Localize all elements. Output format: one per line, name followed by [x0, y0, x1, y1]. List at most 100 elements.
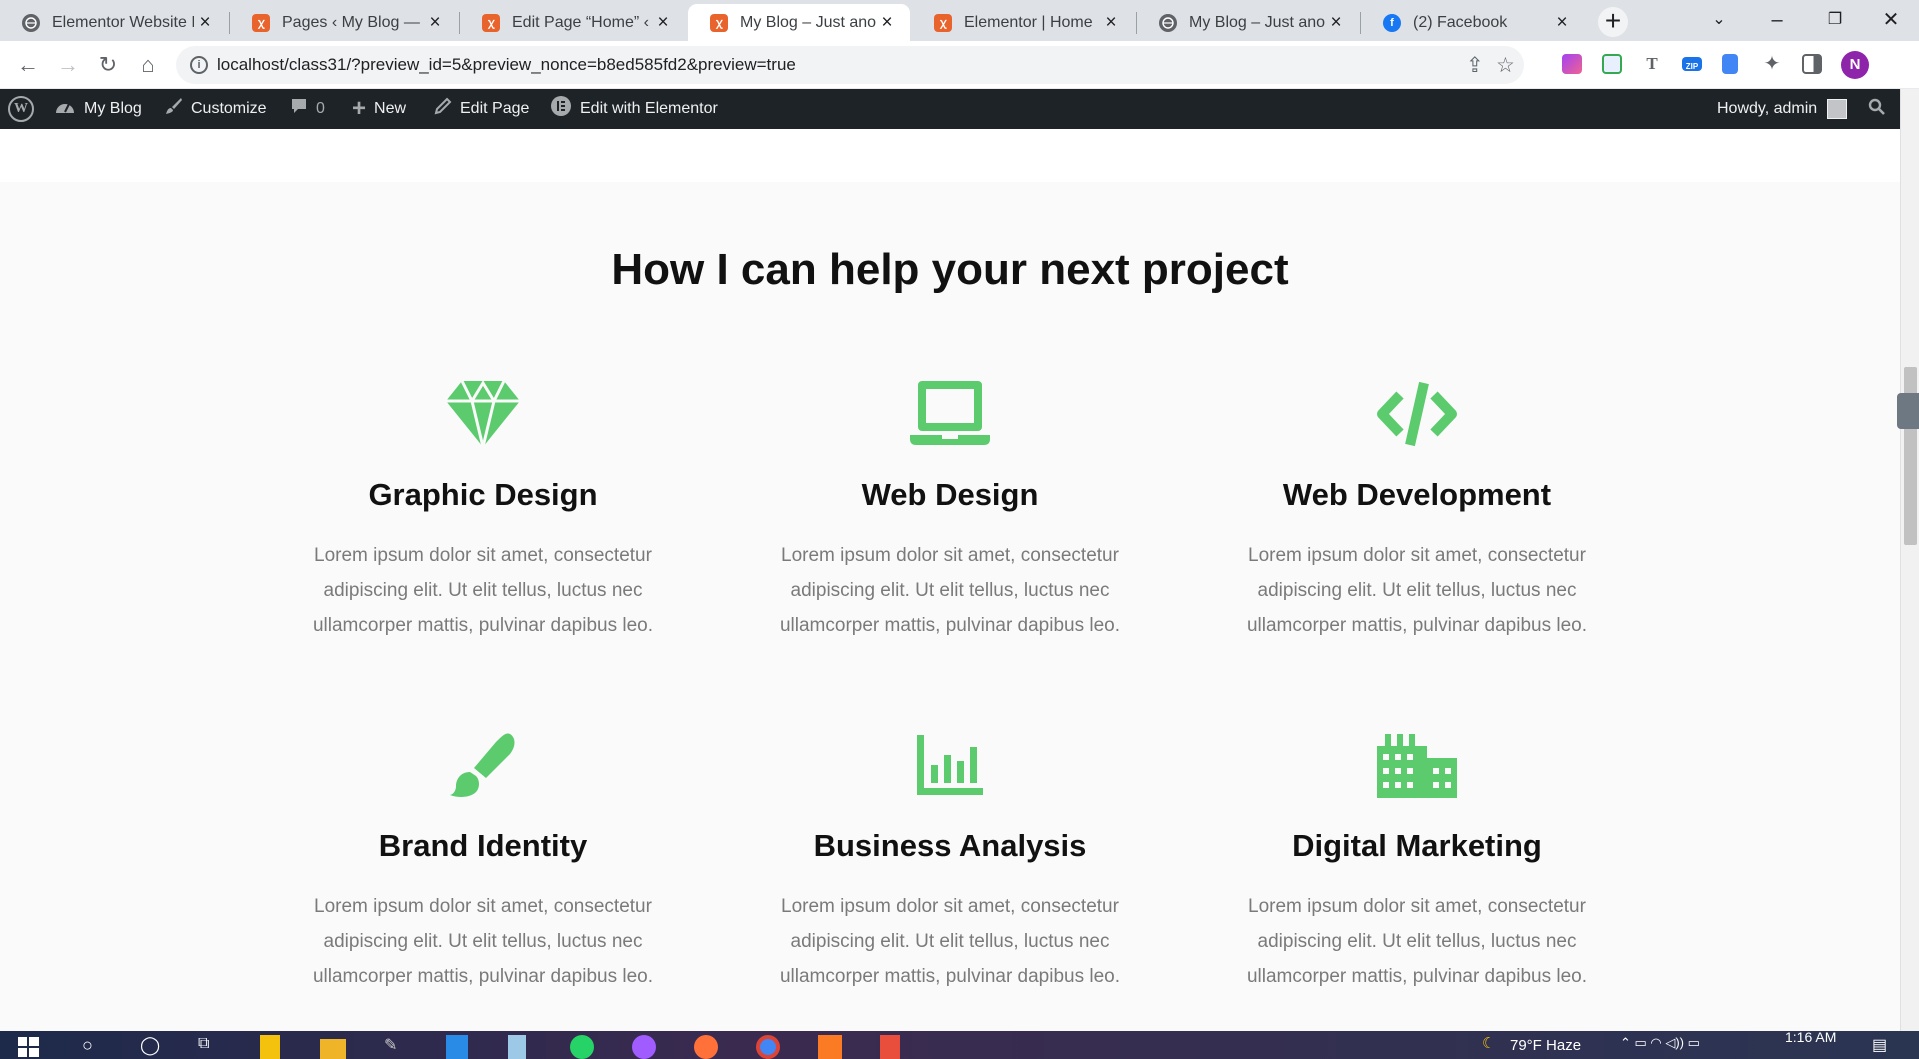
text-extension-icon[interactable]: T	[1642, 54, 1662, 74]
site-name-link[interactable]: My Blog	[54, 89, 142, 129]
tab-facebook[interactable]: f (2) Facebook ×	[1361, 4, 1585, 41]
my-account-link[interactable]: Howdy, admin	[1717, 89, 1848, 129]
weather-text[interactable]: 79°F Haze	[1510, 1037, 1581, 1054]
gem-icon	[268, 378, 698, 450]
chrome-icon[interactable]	[756, 1035, 780, 1059]
minimize-button[interactable]: –	[1748, 0, 1806, 41]
cortana-icon[interactable]: ◯	[140, 1035, 164, 1059]
url-text[interactable]: localhost/class31/?preview_id=5&preview_…	[217, 55, 796, 75]
clock-time[interactable]: 1:16 AM	[1785, 1031, 1836, 1045]
section-title: How I can help your next project	[611, 245, 1289, 294]
service-description: Lorem ipsum dolor sit amet, consectetur …	[779, 896, 1121, 987]
extension-icon[interactable]	[1562, 54, 1582, 74]
vscode-icon[interactable]	[446, 1035, 468, 1059]
search-button[interactable]	[1868, 89, 1886, 129]
tab-close-icon[interactable]: ×	[1325, 12, 1347, 34]
tab-edit-page[interactable]: ꭓ Edit Page “Home” ‹ M ×	[460, 4, 686, 41]
elementor-icon	[550, 95, 572, 123]
tab-title: Edit Page “Home” ‹ M	[512, 13, 652, 31]
pencil-icon	[434, 97, 452, 121]
service-description: Lorem ipsum dolor sit amet, consectetur …	[312, 896, 654, 987]
tab-elementor-website[interactable]: Elementor Website Bu ×	[0, 4, 228, 41]
tab-close-icon[interactable]: ×	[1100, 12, 1122, 34]
service-description: Lorem ipsum dolor sit amet, consectetur …	[312, 545, 654, 636]
avatar	[1827, 99, 1848, 119]
file-explorer-icon[interactable]	[320, 1039, 346, 1059]
search-icon[interactable]: ○	[82, 1035, 106, 1059]
tab-my-blog-active[interactable]: ꭓ My Blog – Just anothe ×	[688, 4, 910, 41]
back-button[interactable]: ←	[14, 51, 42, 79]
tab-close-icon[interactable]: ×	[1551, 12, 1573, 34]
windows-taskbar: ○ ◯ ⧉ ✎ ☾ 79°F Haze ⌃ ▭ ◠ ◁)) ▭ 1:16 AM …	[0, 1031, 1919, 1059]
page-content: How I can help your next project Graphic…	[0, 129, 1900, 1031]
system-tray-icons[interactable]: ⌃ ▭ ◠ ◁)) ▭	[1620, 1035, 1700, 1051]
search-icon	[1868, 98, 1886, 121]
whatsapp-icon[interactable]	[570, 1035, 594, 1059]
notifications-icon[interactable]: ▤	[1872, 1035, 1887, 1055]
address-bar[interactable]: i localhost/class31/?preview_id=5&previe…	[176, 46, 1524, 84]
service-digital-marketing: Digital Marketing Lorem ipsum dolor sit …	[1202, 729, 1632, 994]
sticky-notes-icon[interactable]	[260, 1035, 280, 1059]
new-tab-button[interactable]: +	[1598, 7, 1628, 37]
customize-label: Customize	[191, 100, 267, 117]
extensions-puzzle-icon[interactable]: ✦	[1762, 54, 1782, 74]
tab-title: Pages ‹ My Blog — W	[282, 13, 424, 31]
site-info-icon[interactable]: i	[190, 56, 208, 74]
customize-link[interactable]: Customize	[165, 89, 267, 129]
document-extension-icon[interactable]	[1722, 54, 1738, 74]
tab-pages[interactable]: ꭓ Pages ‹ My Blog — W ×	[230, 4, 458, 41]
facebook-icon: f	[1383, 13, 1401, 32]
image-extension-icon[interactable]	[1602, 54, 1622, 74]
share-icon[interactable]: ⇪	[1466, 53, 1484, 78]
service-description: Lorem ipsum dolor sit amet, consectetur …	[1246, 545, 1588, 636]
xampp-icon: ꭓ	[934, 13, 952, 32]
git-icon[interactable]	[880, 1035, 900, 1059]
page-scrollbar[interactable]	[1900, 89, 1919, 1031]
task-view-icon[interactable]: ⧉	[198, 1035, 222, 1059]
forward-button[interactable]: →	[54, 51, 82, 79]
service-brand-identity: Brand Identity Lorem ipsum dolor sit ame…	[268, 729, 698, 994]
edit-page-link[interactable]: Edit Page	[434, 89, 529, 129]
close-window-button[interactable]: ✕	[1862, 0, 1919, 41]
restore-button[interactable]: ❐	[1806, 0, 1864, 41]
dashboard-icon	[54, 97, 76, 121]
profile-avatar[interactable]: N	[1841, 51, 1869, 79]
xampp-icon: ꭓ	[482, 13, 500, 32]
pen-icon[interactable]: ✎	[384, 1035, 408, 1059]
tab-close-icon[interactable]: ×	[194, 12, 216, 34]
edit-with-elementor-link[interactable]: Edit with Elementor	[550, 89, 718, 129]
service-title: Web Design	[861, 477, 1039, 512]
side-panel-icon[interactable]	[1802, 54, 1822, 74]
tab-close-icon[interactable]: ×	[876, 12, 898, 34]
xampp-icon: ꭓ	[710, 13, 728, 32]
bookmark-star-icon[interactable]: ☆	[1496, 53, 1515, 78]
paint-brush-icon	[268, 729, 698, 801]
tab-search-chevron-icon[interactable]: ⌄	[1690, 0, 1748, 41]
plus-icon: +	[352, 95, 367, 122]
reload-button[interactable]: ↻	[94, 51, 122, 79]
elementor-panel-toggle[interactable]	[1897, 393, 1919, 429]
tab-title: (2) Facebook	[1413, 13, 1508, 31]
windows-start-icon[interactable]	[18, 1035, 42, 1059]
tab-close-icon[interactable]: ×	[424, 12, 446, 34]
wordpress-icon: W	[8, 96, 34, 122]
firefox-icon[interactable]	[694, 1035, 718, 1059]
notepad-icon[interactable]	[508, 1035, 526, 1059]
xampp-icon[interactable]	[818, 1035, 842, 1059]
messenger-icon[interactable]	[632, 1035, 656, 1059]
new-content-link[interactable]: + New	[352, 89, 406, 129]
building-icon	[1202, 729, 1632, 801]
comments-count: 0	[316, 100, 325, 117]
wp-admin-bar: W My Blog Customize 0 + New Edit Page Ed…	[0, 89, 1900, 129]
tab-title: Elementor | Home	[964, 13, 1093, 31]
tab-title: My Blog – Just anothe	[1189, 13, 1325, 31]
tab-my-blog-2[interactable]: My Blog – Just anothe ×	[1137, 4, 1359, 41]
tab-close-icon[interactable]: ×	[652, 12, 674, 34]
home-button[interactable]: ⌂	[134, 51, 162, 79]
tab-elementor-home[interactable]: ꭓ Elementor | Home ×	[912, 4, 1134, 41]
comments-link[interactable]: 0	[290, 89, 325, 129]
zip-extension-icon[interactable]: ZIP	[1682, 57, 1702, 71]
services-section: How I can help your next project Graphic…	[0, 182, 1900, 1031]
wordpress-logo-button[interactable]: W	[8, 89, 34, 129]
new-label: New	[374, 100, 407, 117]
